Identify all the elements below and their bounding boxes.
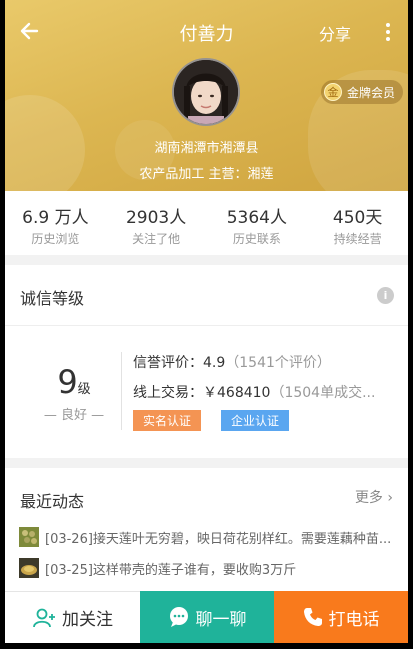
stat-views: 6.9 万人 历史浏览 [5, 191, 106, 255]
credit-title: 诚信等级 [20, 289, 85, 308]
credit-section-header: 诚信等级 i [5, 265, 408, 326]
more-label: 更多 [354, 490, 383, 506]
chat-bubble-icon [168, 606, 190, 628]
stat-value: 450天 [332, 208, 383, 228]
chat-label: 聊一聊 [195, 609, 247, 630]
location-text: 湖南湘潭市湘潭县 [154, 141, 259, 156]
stat-operating-days: 450天 持续经营 [307, 191, 408, 255]
realname-verified-tag: 实名认证 [133, 410, 202, 431]
credit-level: 9级 — 良好 — [35, 362, 113, 423]
recent-title: 最近动态 [20, 492, 85, 511]
call-label: 打电话 [328, 609, 380, 630]
business-text: 农产品加工 主营：湘莲 [139, 167, 274, 182]
stat-label: 历史浏览 [31, 232, 80, 246]
badge-label: 金牌会员 [346, 85, 395, 100]
phone-icon [303, 607, 323, 627]
stat-label: 关注了他 [132, 232, 181, 246]
rating-label: 信誉评价：4.9 [133, 355, 226, 371]
avatar[interactable] [172, 58, 240, 126]
activity-text: [03-25]这样带壳的莲子谁有，要收购3万斤 [45, 562, 297, 578]
trade-label: 线上交易：￥468410 [133, 385, 271, 401]
bottom-action-bar: 加关注 聊一聊 打电话 [5, 591, 408, 643]
divider [121, 352, 122, 430]
stat-label: 历史联系 [232, 232, 281, 246]
stat-label: 持续经营 [333, 232, 382, 246]
trade-count: （1504单成交... [270, 385, 376, 401]
more-vert-icon[interactable] [382, 22, 394, 42]
level-label: 良好 [60, 408, 87, 423]
trade-row: 线上交易：￥468410（1504单成交... [133, 382, 395, 402]
rating-count: （1541个评价） [225, 355, 331, 371]
company-verified-tag: 企业认证 [221, 410, 290, 431]
stats-bar: 6.9 万人 历史浏览 2903人 关注了他 5364人 历史联系 450天 持… [5, 191, 408, 255]
share-button[interactable]: 分享 [319, 21, 351, 45]
info-icon[interactable]: i [377, 287, 394, 304]
app-page: 付善力 分享 金 金牌会员 湖南湘潭市湘潭县 农产品加工 主营：湘莲 6.9 万… [5, 0, 408, 643]
stat-value: 6.9 万人 [22, 208, 89, 228]
follow-button[interactable]: 加关注 [5, 591, 140, 643]
chevron-right-icon: › [387, 490, 393, 506]
list-item[interactable]: [03-25]这样带壳的莲子谁有，要收购3万斤 [19, 557, 397, 579]
add-user-icon [32, 607, 56, 629]
gold-member-badge: 金 金牌会员 [320, 80, 403, 104]
stat-value: 5364人 [226, 208, 287, 228]
call-button[interactable]: 打电话 [274, 591, 408, 643]
stat-contacts: 5364人 历史联系 [207, 191, 308, 255]
profile-header: 付善力 分享 金 金牌会员 湖南湘潭市湘潭县 农产品加工 主营：湘莲 [5, 0, 408, 191]
stat-value: 2903人 [125, 208, 187, 228]
rating-row: 信誉评价：4.9（1541个评价） [133, 352, 331, 372]
gold-coin-icon: 金 [323, 83, 342, 101]
level-text: — 良好 — [43, 408, 105, 423]
list-item[interactable]: [03-26]接天莲叶无穷碧，映日荷花别样红。需要莲藕种苗... [19, 526, 397, 548]
activity-text: [03-26]接天莲叶无穷碧，映日荷花别样红。需要莲藕种苗... [45, 531, 392, 547]
follow-label: 加关注 [62, 610, 113, 630]
recent-activity-section: 最近动态 更多 › [03-26]接天莲叶无穷碧，映日荷花别样红。需要莲藕种苗.… [5, 468, 408, 608]
lotus-pod-thumbnail [19, 558, 39, 578]
credit-section: 9级 — 良好 — 信誉评价：4.9（1541个评价） 线上交易：￥468410… [5, 326, 408, 458]
lotus-seed-thumbnail [19, 527, 39, 547]
more-link[interactable]: 更多 › [355, 487, 393, 507]
level-number: 9 [57, 363, 78, 401]
stat-followers: 2903人 关注了他 [106, 191, 207, 255]
level-unit: 级 [77, 382, 91, 397]
chat-button[interactable]: 聊一聊 [140, 591, 274, 643]
